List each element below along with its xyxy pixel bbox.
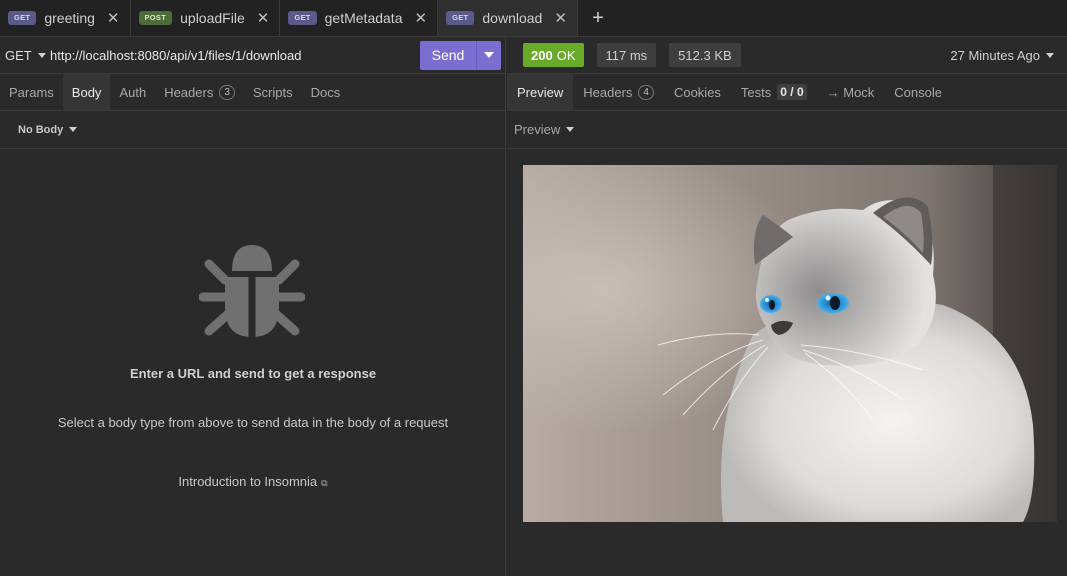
chevron-down-icon — [1046, 52, 1054, 58]
history-dropdown[interactable]: 27 Minutes Ago — [950, 48, 1054, 63]
method-badge: GET — [446, 11, 475, 25]
tab-preview[interactable]: Preview — [507, 74, 574, 110]
tab-console[interactable]: Console — [884, 74, 952, 110]
preview-mode-dropdown[interactable]: Preview — [507, 111, 1067, 149]
tab-name: greeting — [44, 10, 95, 26]
body-type-dropdown[interactable]: No Body — [0, 111, 505, 149]
tests-score: 0 / 0 — [777, 84, 807, 100]
send-button[interactable]: Send — [420, 40, 477, 70]
tab-auth[interactable]: Auth — [110, 74, 155, 110]
intro-insomnia-link[interactable]: Introduction to Insomnia ⧉ — [0, 474, 506, 489]
tab-body[interactable]: Body — [62, 74, 111, 110]
cat-photo — [523, 165, 1057, 522]
request-tab-greeting[interactable]: GET greeting ✕ — [0, 0, 131, 36]
response-tabs: Preview Headers 4 Cookies Tests 0 / 0 → … — [507, 74, 1067, 111]
tab-label: Headers — [164, 84, 214, 100]
send-options-button[interactable] — [477, 41, 501, 70]
tab-label: Tests — [740, 84, 772, 100]
request-tab-download[interactable]: GET download ✕ — [438, 0, 578, 36]
method-badge: POST — [138, 11, 173, 25]
method-badge: GET — [288, 11, 317, 25]
status-code: 200 — [531, 47, 553, 63]
empty-state-title: Enter a URL and send to get a response — [129, 366, 377, 381]
tab-scripts[interactable]: Scripts — [244, 74, 302, 110]
headers-count-badge: 3 — [219, 84, 235, 100]
history-label: 27 Minutes Ago — [950, 47, 1040, 63]
body-type-label: No Body — [18, 123, 64, 136]
request-pane: GET Send Params Body Auth Headers 3 Scri… — [0, 37, 506, 576]
link-label: Introduction to Insomnia — [178, 474, 318, 489]
external-link-icon: ⧉ — [321, 478, 328, 488]
tab-docs[interactable]: Docs — [302, 74, 350, 110]
tab-name: getMetadata — [324, 10, 403, 26]
response-status-bar: 200 OK 117 ms 512.3 KB 27 Minutes Ago — [507, 37, 1067, 74]
tab-cookies[interactable]: Cookies — [664, 74, 731, 110]
tab-label: Headers — [583, 84, 633, 100]
response-pane: 200 OK 117 ms 512.3 KB 27 Minutes Ago Pr… — [507, 37, 1067, 576]
response-image — [523, 165, 1057, 522]
headers-count-badge: 4 — [638, 84, 654, 100]
tab-mock[interactable]: → Mock — [817, 74, 885, 110]
status-text: OK — [556, 47, 576, 63]
tab-name: download — [482, 10, 543, 26]
close-icon[interactable]: ✕ — [414, 9, 427, 27]
chevron-down-icon — [484, 52, 494, 58]
method-label: GET — [5, 47, 32, 63]
tab-response-headers[interactable]: Headers 4 — [573, 74, 664, 110]
new-tab-button[interactable]: + — [578, 0, 618, 36]
send-button-group: Send — [420, 40, 501, 70]
url-input[interactable] — [50, 40, 420, 70]
tab-name: uploadFile — [180, 10, 245, 26]
status-badge: 200 OK — [523, 43, 584, 67]
tab-headers[interactable]: Headers 3 — [155, 74, 244, 110]
request-tab-getmetadata[interactable]: GET getMetadata ✕ — [280, 0, 439, 36]
close-icon[interactable]: ✕ — [257, 9, 270, 27]
chevron-down-icon — [566, 127, 575, 132]
method-dropdown[interactable]: GET — [0, 48, 50, 63]
preview-mode-label: Preview — [514, 122, 561, 137]
close-icon[interactable]: ✕ — [107, 9, 120, 27]
request-tab-uploadfile[interactable]: POST uploadFile ✕ — [131, 0, 281, 36]
bug-icon — [199, 245, 305, 337]
request-tab-strip: GET greeting ✕ POST uploadFile ✕ GET get… — [0, 0, 1067, 37]
url-bar: GET Send — [0, 37, 505, 74]
close-icon[interactable]: ✕ — [554, 9, 567, 27]
tab-tests[interactable]: Tests 0 / 0 — [731, 74, 817, 110]
method-badge: GET — [8, 11, 37, 25]
response-size: 512.3 KB — [669, 43, 741, 67]
chevron-down-icon — [37, 52, 46, 58]
chevron-down-icon — [69, 127, 78, 132]
empty-state-description: Select a body type from above to send da… — [57, 415, 449, 430]
tab-params[interactable]: Params — [0, 74, 63, 110]
request-tabs: Params Body Auth Headers 3 Scripts Docs — [0, 74, 505, 111]
response-time: 117 ms — [596, 43, 657, 67]
